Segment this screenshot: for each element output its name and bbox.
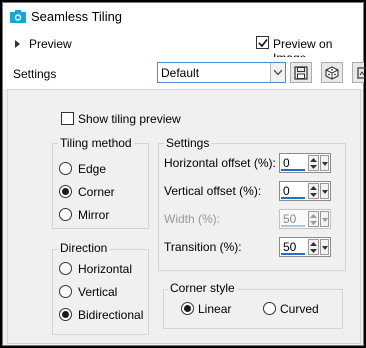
settings-row: Settings Default bbox=[3, 57, 366, 89]
randomize-icon bbox=[325, 66, 339, 80]
preview-row: Preview Preview on Image bbox=[3, 31, 363, 65]
bidirectional-label[interactable]: Bidirectional bbox=[78, 308, 143, 322]
vertical-radio[interactable] bbox=[59, 285, 72, 298]
horizontal-offset-value[interactable]: 0 bbox=[283, 156, 290, 170]
horizontal-radio[interactable] bbox=[59, 262, 72, 275]
title-bar: Seamless Tiling bbox=[3, 3, 363, 31]
value-dropdown-button[interactable] bbox=[320, 183, 329, 199]
spin-buttons[interactable] bbox=[308, 183, 319, 199]
value-dropdown-button[interactable] bbox=[320, 239, 329, 255]
chevron-down-icon bbox=[322, 190, 328, 194]
vertical-label[interactable]: Vertical bbox=[78, 285, 117, 299]
chevron-down-icon[interactable] bbox=[310, 193, 317, 197]
chevron-down-icon bbox=[322, 246, 328, 250]
width-value: 50 bbox=[283, 212, 297, 226]
chevron-down-icon[interactable] bbox=[310, 249, 317, 253]
mirror-radio[interactable] bbox=[59, 208, 72, 221]
params-title: Settings bbox=[164, 136, 212, 150]
chevron-down-icon bbox=[310, 221, 317, 225]
seamless-tiling-dialog: Seamless Tiling Preview Preview on Image… bbox=[2, 2, 366, 346]
spin-buttons bbox=[308, 211, 319, 227]
reset-icon bbox=[357, 67, 366, 79]
checkmark-icon bbox=[258, 39, 268, 48]
settings-panel: Show tiling preview Tiling method Edge C… bbox=[7, 89, 361, 344]
preset-value: Default bbox=[161, 66, 200, 80]
transition-spinner[interactable]: 50 bbox=[279, 237, 331, 257]
linear-label[interactable]: Linear bbox=[198, 302, 231, 316]
tiling-method-title: Tiling method bbox=[58, 136, 134, 150]
chevron-down-icon[interactable] bbox=[310, 165, 317, 169]
value-dropdown-button bbox=[320, 211, 329, 227]
edge-radio[interactable] bbox=[59, 162, 72, 175]
show-tiling-preview-label[interactable]: Show tiling preview bbox=[78, 112, 181, 126]
window-title: Seamless Tiling bbox=[31, 9, 123, 24]
mirror-label[interactable]: Mirror bbox=[78, 208, 109, 222]
value-bar bbox=[281, 169, 305, 171]
horizontal-label[interactable]: Horizontal bbox=[78, 262, 132, 276]
value-bar bbox=[281, 225, 305, 227]
chevron-down-icon bbox=[322, 162, 328, 166]
width-label: Width (%): bbox=[164, 212, 221, 226]
save-preset-button[interactable] bbox=[290, 62, 312, 83]
chevron-down-icon[interactable] bbox=[270, 63, 285, 82]
preview-toggle-label[interactable]: Preview bbox=[29, 37, 72, 51]
chevron-up-icon[interactable] bbox=[310, 242, 317, 246]
value-bar bbox=[281, 197, 305, 199]
vertical-offset-value[interactable]: 0 bbox=[283, 184, 290, 198]
expand-preview-icon[interactable] bbox=[15, 40, 20, 48]
vertical-offset-label: Vertical offset (%): bbox=[164, 184, 262, 198]
spin-buttons[interactable] bbox=[308, 239, 319, 255]
bidirectional-radio[interactable] bbox=[59, 308, 72, 321]
chevron-down-icon bbox=[322, 218, 328, 222]
transition-label: Transition (%): bbox=[164, 240, 242, 254]
preview-on-image-checkbox[interactable] bbox=[256, 36, 269, 49]
show-tiling-preview-checkbox[interactable] bbox=[61, 112, 74, 125]
width-spinner: 50 bbox=[279, 209, 331, 229]
curved-label[interactable]: Curved bbox=[280, 302, 319, 316]
save-preset-icon bbox=[294, 66, 308, 80]
chevron-up-icon[interactable] bbox=[310, 186, 317, 190]
spin-buttons[interactable] bbox=[308, 155, 319, 171]
curved-radio[interactable] bbox=[263, 302, 276, 315]
value-dropdown-button[interactable] bbox=[320, 155, 329, 171]
value-bar bbox=[281, 253, 305, 255]
corner-label[interactable]: Corner bbox=[78, 185, 115, 199]
corner-style-title: Corner style bbox=[168, 281, 237, 295]
direction-title: Direction bbox=[58, 241, 110, 255]
horizontal-offset-label: Horizontal offset (%): bbox=[164, 156, 276, 170]
randomize-button[interactable] bbox=[321, 62, 343, 83]
reset-button[interactable] bbox=[352, 62, 366, 83]
edge-label[interactable]: Edge bbox=[78, 162, 106, 176]
settings-label: Settings bbox=[13, 67, 57, 81]
chevron-up-icon bbox=[310, 214, 317, 218]
linear-radio[interactable] bbox=[181, 302, 194, 315]
seamless-tiling-app-icon bbox=[10, 10, 26, 24]
corner-radio[interactable] bbox=[59, 185, 72, 198]
transition-value[interactable]: 50 bbox=[283, 240, 296, 254]
chevron-up-icon[interactable] bbox=[310, 158, 317, 162]
horizontal-offset-spinner[interactable]: 0 bbox=[279, 153, 331, 173]
preset-dropdown[interactable]: Default bbox=[157, 62, 286, 83]
vertical-offset-spinner[interactable]: 0 bbox=[279, 181, 331, 201]
